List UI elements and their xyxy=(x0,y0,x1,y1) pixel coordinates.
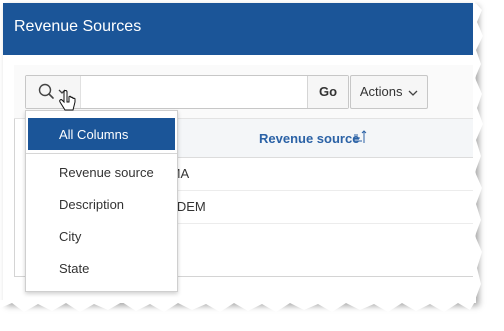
app-window: Revenue Sources Go Actions Revenue sourc… xyxy=(3,3,476,303)
menu-separator xyxy=(26,153,177,154)
torn-edge-right xyxy=(473,0,483,300)
table-row: FEMA xyxy=(153,158,474,191)
actions-label: Actions xyxy=(359,84,403,99)
search-column-menu: All Columns Revenue source Description C… xyxy=(25,110,178,292)
menu-item-label: State xyxy=(59,261,90,276)
page-title: Revenue Sources xyxy=(14,18,142,35)
table-row: OR-DEM xyxy=(153,191,474,224)
menu-item-label: City xyxy=(59,229,82,244)
menu-item-label: Revenue source xyxy=(59,165,154,180)
search-input[interactable] xyxy=(82,78,304,106)
menu-item-all-columns[interactable]: All Columns xyxy=(28,118,175,150)
menu-item-city[interactable]: City xyxy=(28,223,175,251)
menu-item-revenue-source[interactable]: Revenue source xyxy=(28,159,175,187)
chevron-down-icon xyxy=(408,90,418,96)
column-header-revenue-source[interactable]: Revenue source xyxy=(259,131,359,146)
menu-item-label: All Columns xyxy=(59,127,129,142)
actions-button[interactable]: Actions xyxy=(350,75,428,109)
menu-item-state[interactable]: State xyxy=(28,255,175,283)
go-button[interactable]: Go xyxy=(307,76,348,108)
table-header: Revenue source xyxy=(177,119,474,158)
menu-item-label: Description xyxy=(59,197,125,212)
sort-ascending-icon[interactable] xyxy=(353,129,367,145)
region-header: Revenue Sources xyxy=(3,3,476,55)
menu-item-description[interactable]: Description xyxy=(28,191,175,219)
hand-pointer-cursor-icon xyxy=(59,90,76,111)
torn-edge-bottom xyxy=(0,300,476,312)
